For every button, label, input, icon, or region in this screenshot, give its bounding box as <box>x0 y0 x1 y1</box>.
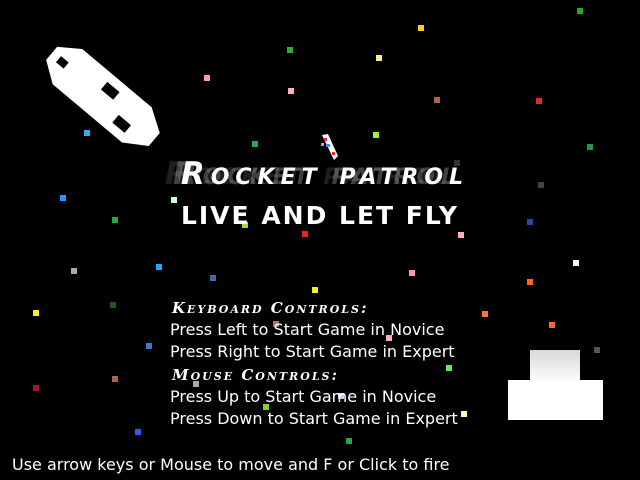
star <box>33 310 39 316</box>
game-subtitle: Live and let fly <box>180 201 460 230</box>
star <box>527 279 533 285</box>
star <box>204 75 210 81</box>
star <box>376 55 382 61</box>
star <box>71 268 77 274</box>
star <box>527 219 533 225</box>
keyboard-controls-heading: Keyboard Controls: <box>172 299 369 317</box>
star <box>60 195 66 201</box>
star <box>536 98 542 104</box>
star <box>210 275 216 281</box>
star <box>312 287 318 293</box>
spaceship-icon <box>46 46 160 147</box>
star <box>252 141 258 147</box>
star <box>146 343 152 349</box>
star <box>482 311 488 317</box>
mouse-controls-heading: Mouse Controls: <box>172 366 340 384</box>
star <box>573 260 579 266</box>
star <box>135 429 141 435</box>
keyboard-control-right: Press Right to Start Game in Expert <box>170 342 455 361</box>
star <box>156 264 162 270</box>
star <box>302 231 308 237</box>
star <box>287 47 293 53</box>
star <box>346 438 352 444</box>
instructions-footer: Use arrow keys or Mouse to move and F or… <box>12 455 450 474</box>
star <box>458 232 464 238</box>
star <box>33 385 39 391</box>
star <box>112 217 118 223</box>
star <box>461 411 467 417</box>
star <box>409 270 415 276</box>
star <box>587 144 593 150</box>
game-canvas[interactable]: Rocket patrol Live and let fly Keyboard … <box>0 0 640 480</box>
star <box>110 302 116 308</box>
star <box>538 182 544 188</box>
keyboard-control-left: Press Left to Start Game in Novice <box>170 320 445 339</box>
star <box>418 25 424 31</box>
star <box>549 322 555 328</box>
star <box>577 8 583 14</box>
star <box>288 88 294 94</box>
star <box>434 97 440 103</box>
star <box>373 132 379 138</box>
player-block-icon <box>508 350 603 420</box>
star <box>112 376 118 382</box>
mouse-control-up: Press Up to Start Game in Novice <box>170 387 437 406</box>
star <box>446 365 452 371</box>
mouse-control-down: Press Down to Start Game in Expert <box>170 409 458 428</box>
game-title: Rocket patrol <box>180 156 470 192</box>
